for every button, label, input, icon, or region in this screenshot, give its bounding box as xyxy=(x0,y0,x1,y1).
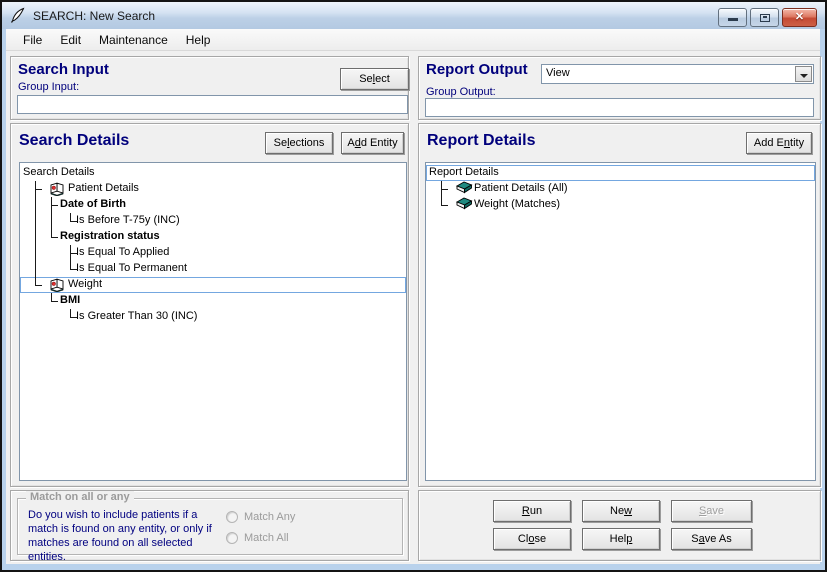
match-all-option: Match All xyxy=(226,532,289,544)
search-details-tree: Search Details Patient Details Date of Bir… xyxy=(19,162,407,481)
maximize-icon xyxy=(760,14,770,22)
action-button-panel: Run New Save Close Help Save As xyxy=(418,490,821,561)
tree-row-label: Patient Details xyxy=(68,182,139,194)
tree-row[interactable]: Is Before T-75y (INC) xyxy=(20,213,406,229)
tree-row[interactable]: Date of Birth xyxy=(20,197,406,213)
tree-row[interactable]: Registration status xyxy=(20,229,406,245)
tree-row[interactable]: BMI xyxy=(20,293,406,309)
help-button[interactable]: Help xyxy=(582,528,660,550)
tree-row[interactable]: Patient Details (All) xyxy=(426,181,815,197)
match-group-box: Match on all or any Do you wish to inclu… xyxy=(17,498,403,555)
close-action-button[interactable]: Close xyxy=(493,528,571,550)
group-output-field[interactable] xyxy=(425,98,814,117)
new-button[interactable]: New xyxy=(582,500,660,522)
minimize-button[interactable] xyxy=(718,8,747,27)
tree-row-label: BMI xyxy=(60,294,80,306)
save-as-button[interactable]: Save As xyxy=(671,528,752,550)
select-button[interactable]: Select xyxy=(340,68,409,90)
group-input-field[interactable] xyxy=(17,95,408,114)
closed-book-icon xyxy=(455,197,473,215)
match-group-legend: Match on all or any xyxy=(26,491,134,503)
tree-row[interactable]: Weight xyxy=(20,277,406,293)
report-details-heading: Report Details xyxy=(427,132,535,150)
tree-row[interactable]: Patient Details xyxy=(20,181,406,197)
tree-row-label: Weight (Matches) xyxy=(474,198,560,210)
tree-row-label: Is Equal To Applied xyxy=(76,246,169,258)
window-title: SEARCH: New Search xyxy=(33,9,155,23)
report-details-panel: Report Details Add Entity Report Details… xyxy=(418,123,821,487)
tree-row[interactable]: Weight (Matches) xyxy=(426,197,815,213)
tree-row-label: Is Equal To Permanent xyxy=(76,262,187,274)
report-output-value: View xyxy=(546,67,570,79)
search-input-heading: Search Input xyxy=(18,61,109,78)
match-any-radio[interactable] xyxy=(226,511,238,523)
tree-row-label: Weight xyxy=(68,278,102,290)
search-details-heading: Search Details xyxy=(19,132,129,150)
report-details-tree: Report Details Patient Details (All) Weigh… xyxy=(425,162,816,481)
report-output-heading: Report Output xyxy=(426,61,528,78)
group-input-label: Group Input: xyxy=(18,81,79,93)
quill-pen-icon xyxy=(9,7,27,24)
report-output-panel: Report Output View Group Output: xyxy=(418,56,821,120)
search-input-panel: Search Input Group Input: Select xyxy=(10,56,409,120)
tree-row-label: Search Details xyxy=(23,166,95,178)
match-any-label: Match Any xyxy=(244,511,295,523)
tree-row[interactable]: Search Details xyxy=(20,165,406,181)
close-icon: ✕ xyxy=(783,10,816,23)
chevron-down-icon[interactable] xyxy=(795,66,812,82)
menu-file[interactable]: File xyxy=(14,31,51,49)
save-button[interactable]: Save xyxy=(671,500,752,522)
title-bar[interactable]: SEARCH: New Search ✕ xyxy=(2,2,825,29)
tree-row[interactable]: Is Greater Than 30 (INC) xyxy=(20,309,406,325)
match-all-label: Match All xyxy=(244,532,289,544)
report-output-combo[interactable]: View xyxy=(541,64,814,84)
tree-row-label: Date of Birth xyxy=(60,198,126,210)
tree-row[interactable]: Is Equal To Permanent xyxy=(20,261,406,277)
client-area: Search Input Group Input: Select Report … xyxy=(6,51,820,564)
match-any-option: Match Any xyxy=(226,511,295,523)
maximize-button[interactable] xyxy=(750,8,779,27)
minimize-icon xyxy=(728,18,738,21)
tree-row[interactable]: Report Details xyxy=(426,165,815,181)
match-outer-panel: Match on all or any Do you wish to inclu… xyxy=(10,490,409,561)
add-entity-button-search[interactable]: Add Entity xyxy=(341,132,404,154)
caption-buttons: ✕ xyxy=(718,8,817,27)
menu-bar: File Edit Maintenance Help xyxy=(6,29,820,51)
tree-row-label: Registration status xyxy=(60,230,160,242)
selections-button[interactable]: Selections xyxy=(265,132,333,154)
run-button[interactable]: Run xyxy=(493,500,571,522)
group-output-label: Group Output: xyxy=(426,86,496,98)
match-group-description: Do you wish to include patients if a mat… xyxy=(28,508,230,564)
search-details-panel: Search Details Selections Add Entity Sea… xyxy=(10,123,409,487)
tree-row-label: Is Before T-75y (INC) xyxy=(76,214,180,226)
close-button[interactable]: ✕ xyxy=(782,8,817,27)
match-all-radio[interactable] xyxy=(226,532,238,544)
menu-edit[interactable]: Edit xyxy=(51,31,90,49)
menu-help[interactable]: Help xyxy=(177,31,220,49)
add-entity-button-report[interactable]: Add Entity xyxy=(746,132,812,154)
tree-row-label: Report Details xyxy=(429,166,499,178)
tree-row[interactable]: Is Equal To Applied xyxy=(20,245,406,261)
app-window: SEARCH: New Search ✕ File Edit Maintenan… xyxy=(0,0,827,572)
tree-row-label: Is Greater Than 30 (INC) xyxy=(76,310,197,322)
menu-maintenance[interactable]: Maintenance xyxy=(90,31,177,49)
tree-row-label: Patient Details (All) xyxy=(474,182,568,194)
